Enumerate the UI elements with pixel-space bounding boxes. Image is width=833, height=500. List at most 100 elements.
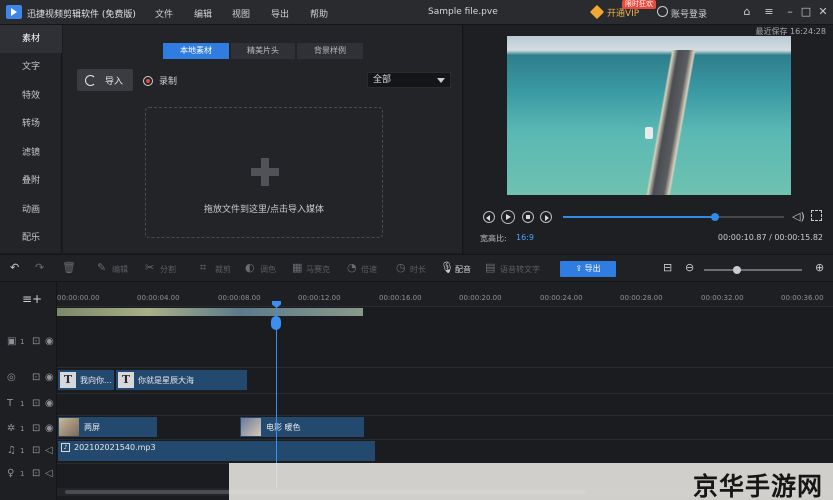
tab-backgrounds[interactable]: 背景样例: [297, 43, 363, 59]
import-label: 导入: [105, 76, 124, 87]
eye-icon[interactable]: ◉: [45, 398, 54, 409]
plus-icon: [251, 158, 279, 186]
lock-icon[interactable]: ⊡: [32, 445, 40, 456]
prev-frame-button[interactable]: [483, 211, 495, 223]
home-icon[interactable]: ⌂: [741, 6, 753, 18]
crop-icon[interactable]: ⌗: [200, 262, 206, 274]
speaker-icon[interactable]: ◁: [45, 468, 53, 479]
playback-progress[interactable]: [563, 213, 784, 221]
overlay-clip[interactable]: 电影 暖色: [239, 416, 365, 438]
effect-track-icon: ✲: [7, 423, 16, 434]
nav-item-media[interactable]: 素材: [0, 25, 62, 53]
eye-icon[interactable]: ◉: [45, 423, 54, 434]
eye-icon[interactable]: ◉: [45, 336, 54, 347]
lock-icon[interactable]: ⊡: [32, 372, 40, 383]
menu-view[interactable]: 视图: [232, 7, 250, 20]
menu-file[interactable]: 文件: [155, 7, 173, 20]
lock-icon[interactable]: ⊡: [32, 423, 40, 434]
maximize-icon[interactable]: □: [800, 6, 812, 18]
lock-icon[interactable]: ⊡: [32, 398, 40, 409]
overlay-clip[interactable]: 两屏: [57, 416, 158, 438]
menu-help[interactable]: 帮助: [310, 7, 328, 20]
minimize-icon[interactable]: –: [784, 6, 796, 18]
stop-button[interactable]: [522, 211, 534, 223]
import-button[interactable]: 导入: [77, 69, 133, 91]
nav-item-transitions[interactable]: 转场: [0, 110, 62, 138]
clock-icon[interactable]: ◷: [396, 262, 406, 274]
subtitle-lane: [57, 394, 833, 416]
microphone-icon[interactable]: 🎙: [440, 262, 454, 274]
close-icon[interactable]: ✕: [817, 6, 829, 18]
tool-duration[interactable]: 时长: [410, 264, 426, 275]
speaker-icon[interactable]: ◁: [45, 445, 53, 456]
car-shape: [645, 127, 653, 139]
zoom-knob[interactable]: [733, 266, 742, 274]
tool-crop[interactable]: 裁剪: [215, 264, 231, 275]
nav-item-text[interactable]: 文字: [0, 53, 62, 81]
delete-icon[interactable]: 🗑: [62, 262, 76, 274]
ruler-tick: 00:00:00.00: [57, 294, 100, 302]
menu-export[interactable]: 导出: [271, 7, 289, 20]
tool-speech-to-text[interactable]: 语音转文字: [500, 264, 540, 275]
ruler-tick: 00:00:04.00: [137, 294, 180, 302]
menu-icon[interactable]: ≡: [763, 6, 775, 18]
tool-color[interactable]: 调色: [260, 264, 276, 275]
left-nav: 素材 文字 特效 转场 滤镜 叠附 动画 配乐: [0, 25, 62, 253]
text-clip[interactable]: T 我向你...: [57, 369, 115, 391]
lock-icon[interactable]: ⊡: [32, 468, 40, 479]
tool-speed[interactable]: 倍速: [361, 264, 377, 275]
palette-icon[interactable]: ◐: [245, 262, 255, 274]
lock-icon[interactable]: ⊡: [32, 336, 40, 347]
nav-item-filters[interactable]: 滤镜: [0, 139, 62, 167]
nav-item-music[interactable]: 配乐: [0, 224, 62, 252]
tool-edit[interactable]: 编辑: [112, 264, 128, 275]
volume-icon[interactable]: ◁): [792, 210, 805, 223]
tool-mosaic[interactable]: 马赛克: [306, 264, 330, 275]
export-button[interactable]: ⇪ 导出: [560, 261, 616, 277]
login-button[interactable]: 账号登录: [671, 7, 707, 20]
total-time: 00:00:15.82: [774, 233, 823, 242]
play-button[interactable]: [501, 210, 515, 224]
redo-icon[interactable]: ↷: [35, 262, 44, 274]
zoom-in-icon[interactable]: ⊕: [815, 262, 824, 274]
record-button[interactable]: 录制: [143, 74, 177, 87]
tool-split[interactable]: 分割: [160, 264, 176, 275]
edit-icon[interactable]: ✎: [97, 262, 106, 274]
track-number: 1: [20, 425, 25, 433]
media-filter-select[interactable]: 全部: [367, 72, 451, 88]
fullscreen-icon[interactable]: [811, 210, 822, 221]
tab-intros[interactable]: 精美片头: [231, 43, 295, 59]
nav-item-animation[interactable]: 动画: [0, 196, 62, 224]
text-clip[interactable]: T 你就是星辰大海: [115, 369, 248, 391]
eye-icon[interactable]: ◉: [45, 372, 54, 383]
media-dropzone[interactable]: 拖放文件到这里/点击导入媒体: [145, 107, 383, 238]
scissors-icon[interactable]: ✂: [145, 262, 154, 274]
app-logo-icon: [6, 5, 22, 19]
zoom-slider[interactable]: [704, 266, 802, 274]
add-track-icon[interactable]: ≡+: [22, 292, 42, 306]
import-icon: [85, 74, 96, 86]
mosaic-icon[interactable]: ▦: [292, 262, 302, 274]
audio-clip[interactable]: ♪ 202102021540.mp3: [57, 440, 376, 462]
time-ruler[interactable]: 00:00:00.00 00:00:04.00 00:00:08.00 00:0…: [57, 282, 833, 307]
video-thumbnail-strip[interactable]: [57, 308, 363, 316]
undo-icon[interactable]: ↶: [10, 262, 19, 274]
speed-icon[interactable]: ◔: [347, 262, 357, 274]
playhead-handle[interactable]: [271, 316, 281, 330]
progress-knob[interactable]: [711, 213, 720, 221]
zoom-out-icon[interactable]: ⊖: [685, 262, 694, 274]
fit-timeline-icon[interactable]: ⊟: [663, 262, 672, 274]
nav-item-effects[interactable]: 特效: [0, 82, 62, 110]
video-preview[interactable]: [507, 36, 791, 195]
tool-voiceover[interactable]: 配音: [455, 264, 471, 275]
nav-item-overlays[interactable]: 叠附: [0, 167, 62, 195]
text-clip-icon: T: [118, 372, 134, 388]
overlay-clip-label: 电影 暖色: [266, 422, 301, 432]
overlay-lane: [57, 416, 833, 440]
menu-edit[interactable]: 编辑: [194, 7, 212, 20]
aspect-ratio-value[interactable]: 16:9: [516, 233, 534, 242]
speech-to-text-icon[interactable]: ▤: [485, 262, 495, 274]
next-frame-button[interactable]: [540, 211, 552, 223]
tab-local-media[interactable]: 本地素材: [163, 43, 229, 59]
user-icon[interactable]: [657, 6, 668, 17]
